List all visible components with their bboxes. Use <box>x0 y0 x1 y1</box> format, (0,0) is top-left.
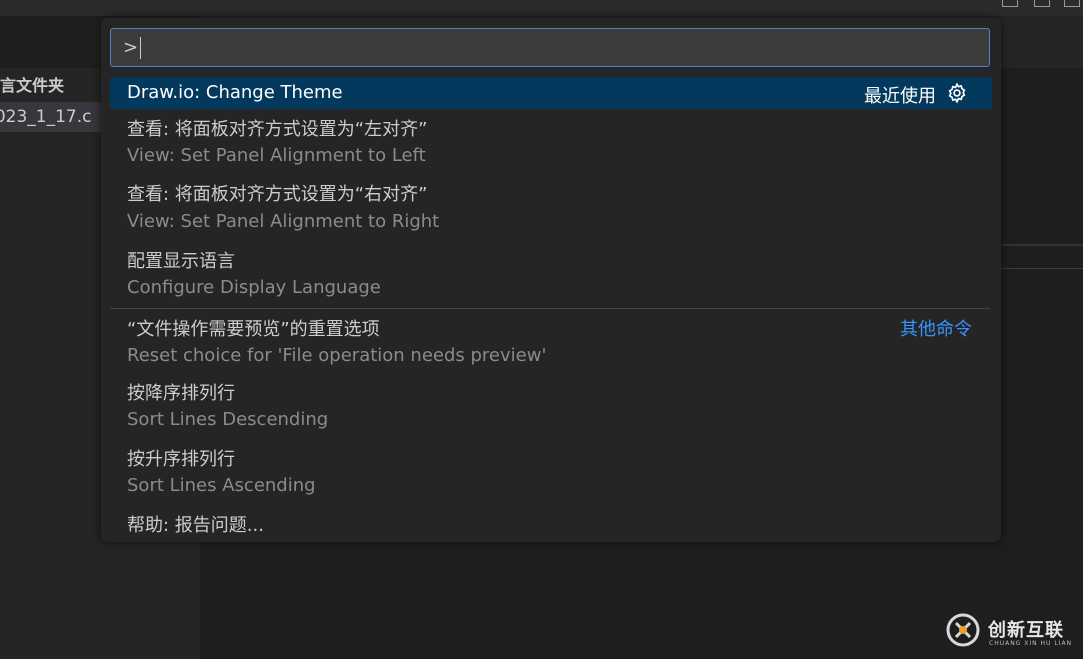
command-item-sublabel: Sort Lines Ascending <box>127 475 316 496</box>
command-item-sublabel: View: Set Panel Alignment to Right <box>127 211 440 232</box>
maximize-icon[interactable] <box>1034 0 1050 7</box>
gear-icon[interactable] <box>946 82 968 104</box>
command-item-label: Draw.io: Change Theme <box>127 82 343 103</box>
command-item-label: 按升序排列行 <box>127 449 235 470</box>
window-titlebar <box>0 0 1083 16</box>
command-item-panel-align-right[interactable]: 查看: 将面板对齐方式设置为“右对齐” View: Set Panel Alig… <box>110 178 992 240</box>
command-item-sort-lines-descending[interactable]: 按降序排列行 Sort Lines Descending <box>110 376 992 438</box>
explorer-folder-title[interactable]: 语言文件夹 <box>0 72 64 96</box>
command-item-label: 查看: 将面板对齐方式设置为“右对齐” <box>127 184 428 205</box>
command-item-label: 查看: 将面板对齐方式设置为“左对齐” <box>127 119 428 140</box>
command-item-sort-lines-ascending[interactable]: 按升序排列行 Sort Lines Ascending <box>110 442 992 504</box>
command-item-help-report-issue[interactable]: 帮助: 报告问题... <box>110 508 992 540</box>
command-item-label: 按降序排列行 <box>127 383 235 404</box>
command-item-panel-align-left[interactable]: 查看: 将面板对齐方式设置为“左对齐” View: Set Panel Alig… <box>110 112 992 174</box>
command-item-drawio-change-theme[interactable]: Draw.io: Change Theme 最近使用 <box>110 77 992 109</box>
close-window-icon[interactable] <box>1064 0 1080 7</box>
command-input[interactable]: > <box>110 28 990 67</box>
watermark-subtext: CHUANG XIN HU LIAN <box>989 640 1073 647</box>
command-item-label: 帮助: 报告问题... <box>127 515 264 536</box>
command-palette: > Draw.io: Change Theme 最近使用 查看: 将面板对齐方式… <box>101 18 1001 542</box>
command-item-reset-file-operation-preview[interactable]: “文件操作需要预览”的重置选项 Reset choice for 'File o… <box>110 312 992 374</box>
watermark-logo-icon <box>946 613 980 647</box>
text-caret <box>140 37 142 59</box>
command-input-value: > <box>123 37 139 58</box>
other-commands-link[interactable]: 其他命令 <box>900 315 972 341</box>
watermark-text: 创新互联 <box>988 620 1064 641</box>
explorer-file-label: 2023_1_17.c <box>0 107 92 127</box>
command-item-configure-display-language[interactable]: 配置显示语言 Configure Display Language <box>110 244 992 306</box>
command-item-label: “文件操作需要预览”的重置选项 <box>127 319 380 340</box>
command-item-sublabel: Sort Lines Descending <box>127 409 329 430</box>
command-item-label: 配置显示语言 <box>127 251 235 272</box>
recently-used-badge: 最近使用 <box>864 86 936 107</box>
command-group-separator <box>110 308 990 309</box>
command-item-sublabel: Reset choice for 'File operation needs p… <box>127 345 547 366</box>
restore-icon[interactable] <box>1002 0 1018 7</box>
watermark: 创新互联 CHUANG XIN HU LIAN <box>946 613 1076 649</box>
command-item-sublabel: Configure Display Language <box>127 277 381 298</box>
command-item-sublabel: View: Set Panel Alignment to Left <box>127 145 426 166</box>
